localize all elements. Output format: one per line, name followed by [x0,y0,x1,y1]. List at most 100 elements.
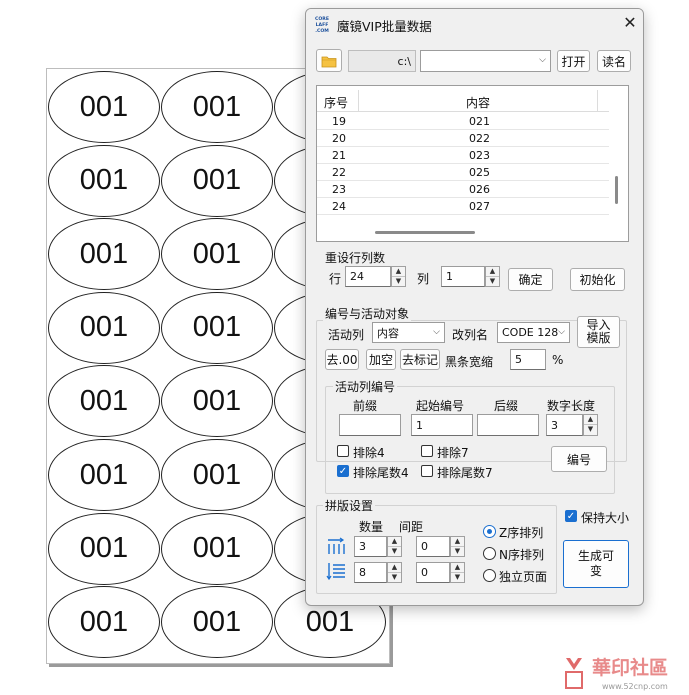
svg-text:CORE: CORE [315,16,329,22]
close-icon[interactable]: ✕ [620,13,640,33]
suffix-label: 后缀 [494,399,519,413]
table-row[interactable]: 22 025 [317,164,609,181]
table-row[interactable]: 23 026 [317,181,609,198]
exclude-tail-4-label[interactable]: 排除尾数4 [353,464,409,481]
import-template-button[interactable]: 导入模版 [577,316,620,348]
read-name-button[interactable]: 读名 [597,50,631,72]
exclude-4-label[interactable]: 排除4 [353,444,385,461]
svg-text:華印社區: 華印社區 [592,656,668,679]
table-row[interactable]: 24 027 [317,198,609,215]
label-oval: 001 [48,586,160,659]
z-order-radio[interactable] [483,525,496,538]
title-bar[interactable]: CORE LAFF .COM 魔镜VIP批量数据 ✕ [306,9,643,39]
batch-data-dialog: CORE LAFF .COM 魔镜VIP批量数据 ✕ c:\ ⌵ 打开 读名 序… [305,8,644,606]
file-combo[interactable]: ⌵ [420,50,551,72]
label-oval: 001 [161,218,273,291]
label-oval: 001 [161,512,273,585]
row-index: 24 [332,200,346,213]
table-row[interactable]: 20 022 [317,130,609,147]
exclude-tail-4-checkbox[interactable]: ✓ [337,465,349,477]
horizontal-layout-icon [325,536,347,556]
init-button[interactable]: 初始化 [570,268,625,291]
h-spacing-input[interactable]: 0 [416,536,450,557]
row-label: 行 [329,272,342,286]
keep-size-checkbox[interactable]: ✓ [565,510,577,522]
label-oval: 001 [161,71,273,143]
keep-size-label[interactable]: 保持大小 [581,509,629,526]
h-count-input[interactable]: 3 [354,536,387,557]
path-field[interactable]: c:\ [348,50,416,72]
h-spacing-spinner[interactable]: ▲ ▼ [450,536,465,557]
svg-text:LAFF: LAFF [316,22,329,28]
col-header-index[interactable]: 序号 [324,94,348,111]
horizontal-scrollbar[interactable] [375,231,475,234]
data-table[interactable]: 序号 内容 19 021 20 022 21 023 22 025 23 026 24 027 [316,85,629,242]
exclude-tail-7-label[interactable]: 排除尾数7 [437,464,493,481]
site-watermark: 華印社區 www.52cnp.com [562,648,687,692]
open-button[interactable]: 打开 [557,50,590,72]
label-oval: 001 [48,71,160,143]
digit-length-spinner[interactable]: ▲ ▼ [583,414,598,436]
active-numbering-title: 活动列编号 [333,378,398,395]
label-oval: 001 [48,218,160,291]
exclude-7-label[interactable]: 排除7 [437,444,469,461]
row-index: 22 [332,166,346,179]
table-row[interactable]: 19 021 [317,113,609,130]
active-col-combo[interactable]: 内容 ⌵ [372,322,445,343]
dialog-title: 魔镜VIP批量数据 [337,19,432,34]
col-count-spinner[interactable]: ▲ ▼ [485,266,500,287]
vertical-layout-icon [325,561,347,581]
row-index: 19 [332,115,346,128]
confirm-button[interactable]: 确定 [508,268,553,291]
v-spacing-spinner[interactable]: ▲ ▼ [450,562,465,583]
table-row[interactable]: 21 023 [317,147,609,164]
z-order-label[interactable]: Z序排列 [499,524,543,541]
table-header: 序号 内容 [317,90,609,112]
remove-mark-button[interactable]: 去标记 [400,349,440,370]
suffix-input[interactable] [477,414,539,436]
remove-00-button[interactable]: 去.00 [325,349,359,370]
row-content: 021 [469,115,490,128]
add-space-button[interactable]: 加空 [366,349,396,370]
bar-shrink-label: 黑条宽缩 [445,355,494,369]
barcode-type-value: CODE 128 [502,326,559,339]
start-number-input[interactable]: 1 [411,414,473,436]
col-header-content[interactable]: 内容 [466,94,490,111]
reset-title: 重设行列数 [325,251,386,265]
exclude-4-checkbox[interactable] [337,445,349,457]
h-count-spinner[interactable]: ▲ ▼ [387,536,402,557]
folder-icon [321,56,337,67]
digit-length-input[interactable]: 3 [546,414,583,436]
barcode-type-combo[interactable]: CODE 128 ⌵ [497,322,570,343]
row-content: 026 [469,183,490,196]
n-order-radio[interactable] [483,547,496,560]
number-button[interactable]: 编号 [551,446,607,472]
active-col-value: 内容 [377,326,399,340]
open-folder-button[interactable] [316,49,342,72]
vertical-scrollbar[interactable] [615,176,618,204]
col-count-input[interactable]: 1 [441,266,485,287]
spacing-label: 间距 [399,520,424,534]
label-oval: 001 [48,291,160,364]
row-index: 21 [332,149,346,162]
rename-col-label[interactable]: 改列名 [452,326,488,343]
percent-label: % [552,353,564,367]
independent-page-label[interactable]: 独立页面 [499,568,547,585]
v-spacing-input[interactable]: 0 [416,562,450,583]
exclude-tail-7-checkbox[interactable] [421,465,433,477]
exclude-7-checkbox[interactable] [421,445,433,457]
row-count-spinner[interactable]: ▲ ▼ [391,266,406,287]
n-order-label[interactable]: N序排列 [499,546,544,563]
numbering-title: 编号与活动对象 [323,305,412,322]
v-count-spinner[interactable]: ▲ ▼ [387,562,402,583]
prefix-input[interactable] [339,414,401,436]
row-content: 027 [469,200,490,213]
v-count-input[interactable]: 8 [354,562,387,583]
bar-shrink-input[interactable]: 5 [510,349,546,370]
row-content: 023 [469,149,490,162]
independent-page-radio[interactable] [483,569,496,582]
label-oval: 001 [161,291,273,364]
app-logo: CORE LAFF .COM [313,15,331,35]
generate-variable-button[interactable]: 生成可变 [563,540,629,588]
row-count-input[interactable]: 24 [345,266,391,287]
